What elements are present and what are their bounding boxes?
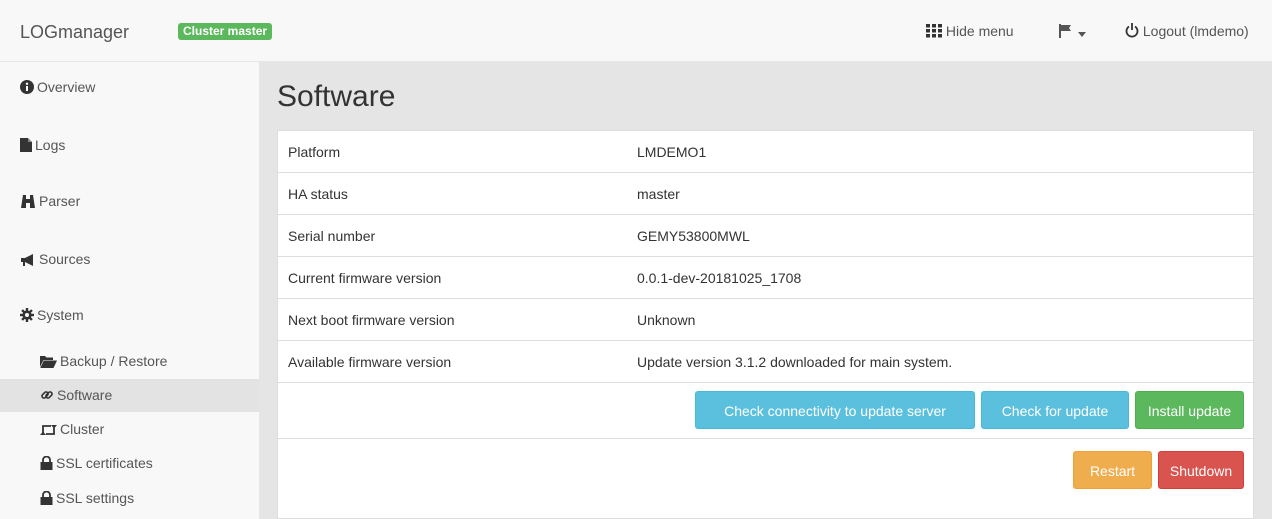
row-value: LMDEMO1 — [637, 144, 707, 160]
sidebar-item-label: SSL certificates — [56, 455, 153, 471]
caret-down-icon — [1077, 32, 1086, 37]
table-row: Next boot firmware version Unknown — [278, 299, 1253, 341]
row-value: Update version 3.1.2 downloaded for main… — [637, 354, 953, 370]
sidebar: Overview Logs Parser Sources System Back… — [0, 62, 259, 519]
table-row: HA status master — [278, 173, 1253, 215]
info-circle-icon — [20, 80, 34, 94]
row-label: Current firmware version — [288, 270, 442, 286]
table-row: Platform LMDEMO1 — [278, 131, 1253, 173]
row-label: HA status — [288, 186, 348, 202]
grid-icon — [926, 24, 942, 38]
row-value: Unknown — [637, 312, 696, 328]
power-icon — [1125, 23, 1139, 38]
hide-menu-button[interactable]: Hide menu — [926, 23, 1014, 39]
row-label: Serial number — [288, 228, 376, 244]
retweet-icon — [40, 425, 57, 435]
shutdown-button[interactable]: Shutdown — [1158, 451, 1244, 489]
table-row: Current firmware version 0.0.1-dev-20181… — [278, 257, 1253, 299]
logout-button[interactable]: Logout (lmdemo) — [1125, 23, 1249, 39]
page-title: Software — [277, 80, 396, 113]
update-actions-row: Check connectivity to update server Chec… — [278, 383, 1253, 439]
language-dropdown[interactable] — [1058, 23, 1086, 39]
sidebar-item-label: Overview — [37, 79, 96, 95]
lock-icon — [40, 455, 53, 470]
sidebar-item-label: Software — [57, 387, 113, 403]
sidebar-item-system[interactable]: System — [20, 307, 279, 323]
row-value: master — [637, 186, 680, 202]
restart-button[interactable]: Restart — [1073, 451, 1152, 489]
check-connectivity-button[interactable]: Check connectivity to update server — [695, 391, 975, 429]
file-icon — [20, 138, 32, 152]
sidebar-item-label: Backup / Restore — [60, 353, 168, 369]
table-row: Serial number GEMY53800MWL — [278, 215, 1253, 257]
row-label: Available firmware version — [288, 354, 452, 370]
sidebar-item-label: Sources — [39, 251, 91, 267]
row-label: Next boot firmware version — [288, 312, 455, 328]
lock-icon — [40, 490, 53, 505]
hide-menu-label: Hide menu — [945, 23, 1014, 39]
software-info-panel: Platform LMDEMO1 HA status master Serial… — [277, 130, 1254, 519]
row-label: Platform — [288, 144, 341, 160]
table-row: Available firmware version Update versio… — [278, 341, 1253, 383]
top-navbar: LOGmanager Cluster master Hide menu Logo… — [0, 0, 1272, 62]
binoculars-icon — [21, 195, 35, 208]
sidebar-item-parser[interactable]: Parser — [20, 193, 279, 209]
sidebar-item-label: System — [37, 307, 84, 323]
sidebar-item-label: Parser — [39, 193, 81, 209]
power-actions-row: Restart Shutdown — [278, 439, 1253, 495]
sidebar-item-label: SSL settings — [56, 490, 135, 506]
gear-icon — [20, 308, 34, 322]
sidebar-item-label: Cluster — [60, 421, 105, 437]
cluster-status-badge: Cluster master — [178, 23, 273, 40]
flag-icon — [1059, 24, 1071, 38]
main-content: Software Platform LMDEMO1 HA status mast… — [259, 62, 1272, 519]
sidebar-item-label: Logs — [35, 137, 66, 153]
folder-open-icon — [40, 356, 57, 368]
sidebar-item-logs[interactable]: Logs — [20, 137, 279, 153]
megaphone-icon — [21, 254, 33, 266]
row-value: GEMY53800MWL — [637, 228, 750, 244]
row-value: 0.0.1-dev-20181025_1708 — [637, 270, 802, 286]
sidebar-item-sources[interactable]: Sources — [20, 251, 279, 267]
check-for-update-button[interactable]: Check for update — [981, 391, 1129, 429]
link-icon — [41, 391, 53, 399]
sidebar-item-overview[interactable]: Overview — [20, 79, 279, 95]
brand-logo[interactable]: LOGmanager — [20, 22, 129, 43]
logout-label: Logout (lmdemo) — [1142, 23, 1249, 39]
install-update-button[interactable]: Install update — [1135, 391, 1244, 429]
sidebar-item-software[interactable]: Software — [0, 379, 259, 412]
